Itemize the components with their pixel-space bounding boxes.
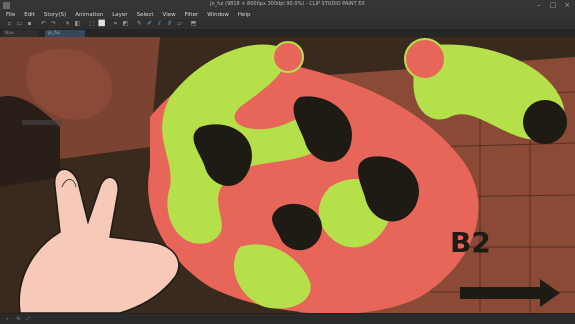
invert-icon[interactable]: ◩	[122, 20, 129, 27]
menu-view[interactable]: View	[163, 12, 176, 18]
clear-icon[interactable]: ✕	[64, 20, 71, 27]
maximize-icon[interactable]: □	[546, 0, 560, 10]
menu-window[interactable]: Window	[207, 12, 229, 18]
zoom-icon[interactable]: ⌕	[6, 316, 9, 322]
save-icon[interactable]: ▪	[26, 20, 33, 27]
fit-icon[interactable]: ⤢	[26, 316, 30, 322]
brush-icon[interactable]: ✎	[136, 20, 143, 27]
artwork: B2	[0, 37, 575, 313]
menu-filter[interactable]: Filter	[185, 12, 199, 18]
new-file-icon[interactable]: ▫	[6, 20, 13, 27]
menu-file[interactable]: File	[6, 12, 15, 18]
menu-select[interactable]: Select	[137, 12, 154, 18]
tab-label: jo_fui	[48, 31, 60, 36]
minimize-icon[interactable]: –	[532, 0, 546, 10]
ruler-icon[interactable]: ⫻	[166, 20, 173, 27]
deselect-icon[interactable]: ⬜	[98, 20, 105, 27]
floating-toolbar[interactable]	[22, 120, 62, 125]
menu-help[interactable]: Help	[238, 12, 251, 18]
pen-icon[interactable]: ✐	[146, 20, 153, 27]
close-icon[interactable]: ×	[560, 0, 574, 10]
title-bar: jo_fui (9818 × 8000px 300dpi 90.0%) - CL…	[0, 0, 575, 10]
crop-icon[interactable]: ⌗	[112, 20, 119, 27]
rotate-icon[interactable]: ⟲	[16, 316, 20, 322]
orb-left	[272, 41, 304, 73]
menu-animation[interactable]: Animation	[75, 12, 103, 18]
eraser-icon[interactable]: ▱	[176, 20, 183, 27]
tab-navigator[interactable]: Nav	[2, 30, 38, 37]
tab-document[interactable]: jo_fui	[45, 30, 85, 37]
select-icon[interactable]: ⬒	[190, 20, 197, 27]
window-title: jo_fui (9818 × 8000px 300dpi 90.0%) - CL…	[210, 1, 365, 7]
transform-icon[interactable]: ⬚	[88, 20, 95, 27]
status-bar: ⌕ ⟲ ⤢	[0, 313, 575, 324]
snap-icon[interactable]: ⫽	[156, 20, 163, 27]
menu-edit[interactable]: Edit	[24, 12, 35, 18]
menu-bar: File Edit Story(S) Animation Layer Selec…	[0, 10, 575, 19]
redo-icon[interactable]: ↷	[50, 20, 57, 27]
fill-icon[interactable]: ◧	[74, 20, 81, 27]
menu-layer[interactable]: Layer	[112, 12, 127, 18]
command-toolbar: ▫ ▭ ▪ ↶ ↷ ✕ ◧ ⬚ ⬜ ⌗ ◩ ✎ ✐ ⫽ ⫻ ▱ ⬒	[0, 19, 575, 30]
vent-circle	[523, 100, 567, 144]
wall-signage: B2	[450, 226, 491, 259]
canvas-tab-bar: Nav jo_fui	[0, 30, 575, 37]
orb-right	[404, 38, 446, 80]
undo-icon[interactable]: ↶	[40, 20, 47, 27]
tab-label: Nav	[5, 31, 14, 36]
open-file-icon[interactable]: ▭	[16, 20, 23, 27]
drawing-canvas[interactable]: B2	[0, 37, 575, 313]
menu-story[interactable]: Story(S)	[44, 12, 66, 18]
